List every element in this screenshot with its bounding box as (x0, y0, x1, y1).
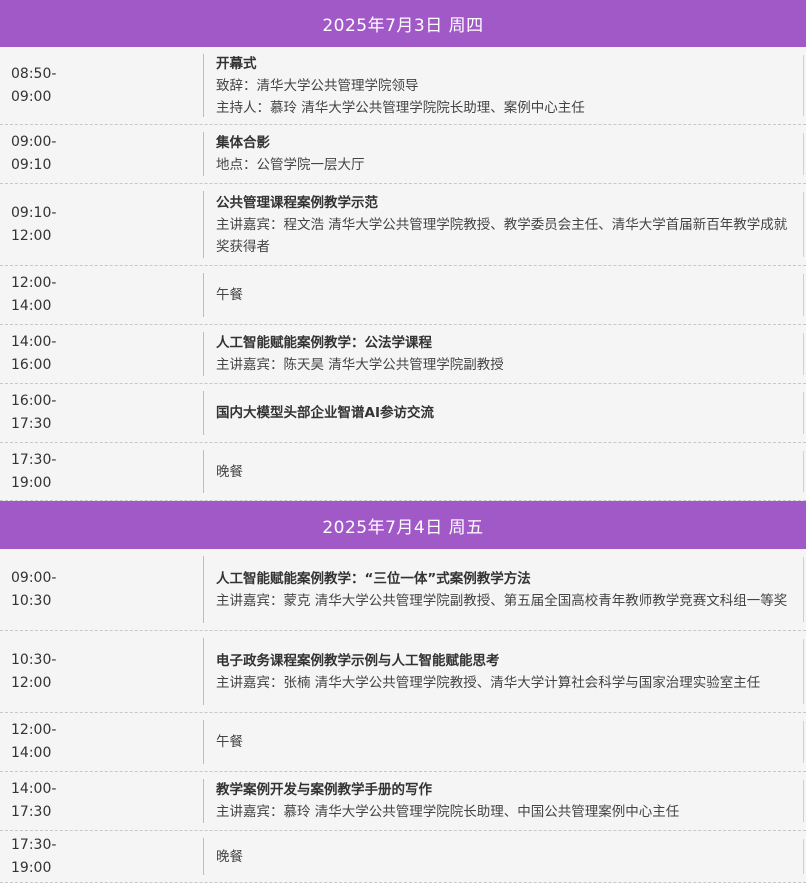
session-content: 人工智能赋能案例教学：公法学课程主讲嘉宾：陈天昊 清华大学公共管理学院副教授 (203, 332, 806, 376)
session-detail: 主讲嘉宾：张楠 清华大学公共管理学院教授、清华大学计算社会科学与国家治理实验室主… (216, 674, 761, 691)
start-time: 08:50- (11, 65, 57, 82)
session-content: 公共管理课程案例教学示范主讲嘉宾：程文浩 清华大学公共管理学院教授、教学委员会主… (203, 191, 806, 258)
session-detail: 地点：公管学院一层大厅 (216, 157, 365, 173)
session-title: 人工智能赋能案例教学：“三位一体”式案例教学方法 (216, 570, 531, 587)
end-time: 12:00 (11, 674, 52, 691)
end-time: 10:30 (11, 592, 52, 609)
session-content: 电子政务课程案例教学示例与人工智能赋能思考主讲嘉宾：张楠 清华大学公共管理学院教… (203, 638, 806, 705)
start-time: 14:00- (11, 781, 57, 797)
start-time: 12:00- (11, 722, 57, 738)
time-slot: 09:00- 09:10 (0, 125, 203, 183)
time-slot: 10:30- 12:00 (0, 631, 203, 712)
session-detail: 主讲嘉宾：蒙克 清华大学公共管理学院副教授、第五届全国高校青年教师教学竞赛文科组… (216, 592, 788, 609)
session-content: 午餐 (203, 720, 806, 764)
time-slot: 09:00- 10:30 (0, 549, 203, 630)
session-detail: 主讲嘉宾：慕玲 清华大学公共管理学院院长助理、中国公共管理案例中心主任 (216, 804, 680, 820)
session-title: 人工智能赋能案例教学：公法学课程 (216, 335, 432, 351)
session-content: 晚餐 (203, 838, 806, 875)
start-time: 10:30- (11, 651, 57, 668)
start-time: 12:00- (11, 275, 57, 291)
agenda-row: 14:00- 17:30 教学案例开发与案例教学手册的写作主讲嘉宾：慕玲 清华大学公… (0, 772, 806, 831)
start-time: 09:10- (11, 204, 57, 221)
session-content: 国内大模型头部企业智谱AI参访交流 (203, 391, 806, 435)
end-time: 14:00 (11, 298, 52, 314)
session-title: 电子政务课程案例教学示例与人工智能赋能思考 (216, 652, 500, 669)
end-time: 09:00 (11, 88, 52, 105)
agenda-row: 14:00- 16:00 人工智能赋能案例教学：公法学课程主讲嘉宾：陈天昊 清华大学… (0, 325, 806, 384)
agenda-row: 09:00- 10:30 人工智能赋能案例教学：“三位一体”式案例教学方法主讲嘉宾：… (0, 549, 806, 631)
time-slot: 17:30- 19:00 (0, 443, 203, 500)
session-content: 午餐 (203, 273, 806, 317)
session-title: 开幕式 (216, 55, 257, 72)
end-time: 17:30 (11, 804, 52, 820)
time-slot: 14:00- 16:00 (0, 325, 203, 383)
day-header: 2025年7月3日 周四 (0, 0, 806, 47)
session-title: 教学案例开发与案例教学手册的写作 (216, 782, 432, 798)
end-time: 14:00 (11, 745, 52, 761)
time-slot: 12:00- 14:00 (0, 713, 203, 771)
session-content: 集体合影地点：公管学院一层大厅 (203, 132, 806, 176)
start-time: 09:00- (11, 134, 57, 150)
session-detail: 午餐 (216, 287, 243, 303)
start-time: 17:30- (11, 836, 57, 853)
end-time: 16:00 (11, 357, 52, 373)
day-header: 2025年7月4日 周五 (0, 501, 806, 549)
time-slot: 14:00- 17:30 (0, 772, 203, 830)
session-content: 晚餐 (203, 450, 806, 493)
time-slot: 08:50- 09:00 (0, 47, 203, 124)
agenda-row: 12:00- 14:00 午餐 (0, 266, 806, 325)
agenda-row: 10:30- 12:00 电子政务课程案例教学示例与人工智能赋能思考主讲嘉宾：张楠 … (0, 631, 806, 713)
session-title: 公共管理课程案例教学示范 (216, 194, 378, 211)
session-detail: 主持人：慕玲 清华大学公共管理学院院长助理、案例中心主任 (216, 99, 585, 116)
start-time: 16:00- (11, 393, 57, 409)
time-slot: 12:00- 14:00 (0, 266, 203, 324)
time-slot: 09:10- 12:00 (0, 184, 203, 265)
session-content: 开幕式致辞：清华大学公共管理学院领导主持人：慕玲 清华大学公共管理学院院长助理、… (203, 54, 806, 117)
end-time: 12:00 (11, 227, 52, 244)
agenda-row: 16:00- 17:30 国内大模型头部企业智谱AI参访交流 (0, 384, 806, 443)
start-time: 17:30- (11, 451, 57, 468)
session-detail: 晚餐 (216, 463, 243, 480)
agenda-row: 17:30- 19:00 晚餐 (0, 443, 806, 501)
agenda-row: 09:00- 09:10 集体合影地点：公管学院一层大厅 (0, 125, 806, 184)
start-time: 14:00- (11, 334, 57, 350)
agenda-row: 17:30- 19:00 晚餐 (0, 831, 806, 883)
session-content: 人工智能赋能案例教学：“三位一体”式案例教学方法主讲嘉宾：蒙克 清华大学公共管理… (203, 556, 806, 623)
session-title: 国内大模型头部企业智谱AI参访交流 (216, 405, 434, 421)
session-detail: 主讲嘉宾：程文浩 清华大学公共管理学院教授、教学委员会主任、清华大学首届新百年教… (216, 216, 788, 255)
time-slot: 16:00- 17:30 (0, 384, 203, 442)
end-time: 09:10 (11, 157, 52, 173)
session-detail: 致辞：清华大学公共管理学院领导 (216, 77, 419, 94)
session-detail: 主讲嘉宾：陈天昊 清华大学公共管理学院副教授 (216, 357, 504, 373)
agenda-row: 12:00- 14:00 午餐 (0, 713, 806, 772)
agenda-row: 08:50- 09:00 开幕式致辞：清华大学公共管理学院领导主持人：慕玲 清华大学… (0, 47, 806, 125)
end-time: 17:30 (11, 416, 52, 432)
agenda-schedule: 2025年7月3日 周四 08:50- 09:00 开幕式致辞：清华大学公共管理学院领… (0, 0, 806, 883)
agenda-row: 09:10- 12:00 公共管理课程案例教学示范主讲嘉宾：程文浩 清华大学公共管理… (0, 184, 806, 266)
session-content: 教学案例开发与案例教学手册的写作主讲嘉宾：慕玲 清华大学公共管理学院院长助理、中… (203, 779, 806, 823)
time-slot: 17:30- 19:00 (0, 831, 203, 882)
end-time: 19:00 (11, 474, 52, 491)
session-detail: 晚餐 (216, 848, 243, 865)
session-detail: 午餐 (216, 734, 243, 750)
start-time: 09:00- (11, 569, 57, 586)
end-time: 19:00 (11, 859, 52, 876)
session-title: 集体合影 (216, 135, 270, 151)
